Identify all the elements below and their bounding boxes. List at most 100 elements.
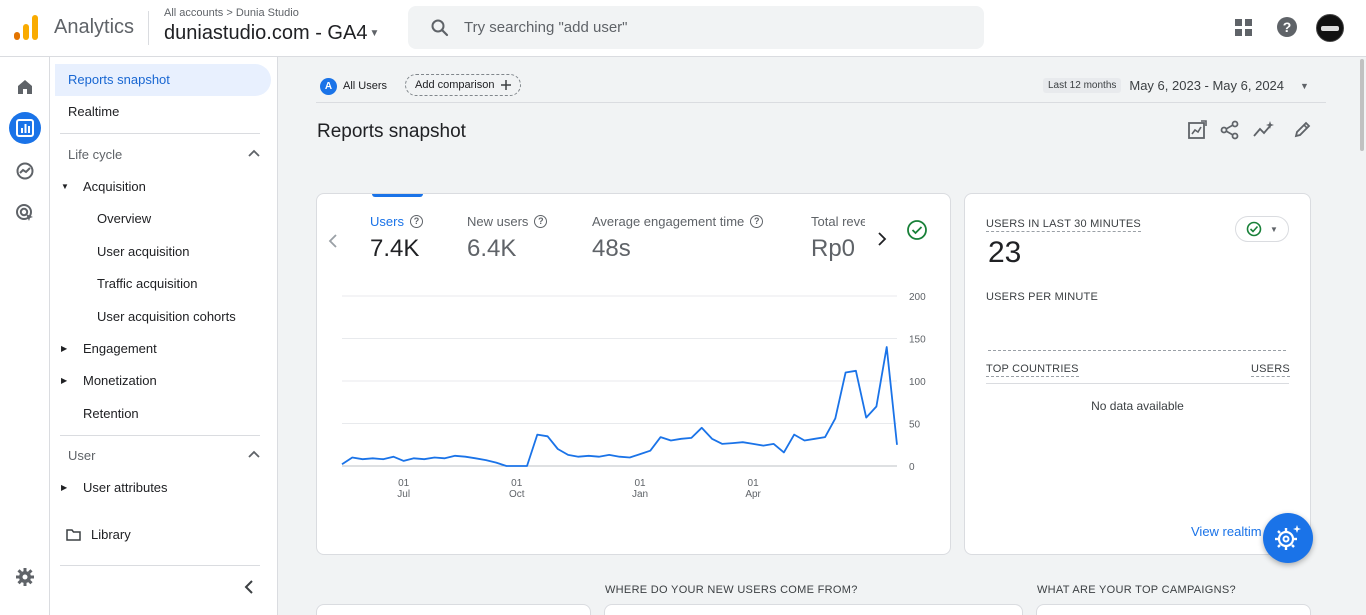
chevron-down-icon: ▼ xyxy=(1300,80,1309,91)
insights-icon[interactable] xyxy=(1253,120,1275,140)
view-realtime-link[interactable]: View realtim xyxy=(1191,524,1262,539)
caret-right-icon: ▶ xyxy=(61,344,68,353)
nav-divider xyxy=(60,435,260,436)
active-tab-indicator xyxy=(372,194,423,197)
insights-fab-button[interactable] xyxy=(1263,513,1313,563)
page-scrollbar[interactable] xyxy=(1358,57,1366,615)
y-tick-label: 150 xyxy=(909,335,926,346)
chevron-up-icon[interactable] xyxy=(248,450,260,458)
analytics-logo[interactable] xyxy=(14,15,38,41)
help-icon[interactable]: ? xyxy=(1277,17,1297,37)
caret-down-icon: ▼ xyxy=(61,182,69,191)
bottom-card xyxy=(316,604,591,615)
nav-item-overview[interactable]: Overview xyxy=(97,211,151,226)
collapse-nav-icon[interactable] xyxy=(243,580,255,594)
metric-label: Average engagement time xyxy=(592,214,745,229)
nav-item-reports-snapshot[interactable]: Reports snapshot xyxy=(55,64,271,96)
help-icon[interactable]: ? xyxy=(534,215,548,228)
metric-value: 48s xyxy=(592,235,631,262)
nav-item-retention[interactable]: Retention xyxy=(83,406,139,421)
x-tick-month: Jan xyxy=(632,489,648,500)
nav-item-acquisition[interactable]: Acquisition xyxy=(83,179,146,194)
nav-item-user-acquisition[interactable]: User acquisition xyxy=(97,244,190,259)
nav-item-realtime[interactable]: Realtime xyxy=(68,104,119,119)
reports-icon[interactable] xyxy=(9,112,41,144)
x-tick-day: 01 xyxy=(511,478,523,489)
x-tick-day: 01 xyxy=(634,478,646,489)
add-comparison-label: Add comparison xyxy=(415,79,495,91)
nav-item-traffic-acquisition[interactable]: Traffic acquisition xyxy=(97,276,197,291)
edit-pencil-icon[interactable] xyxy=(1294,120,1312,138)
check-circle-icon[interactable] xyxy=(906,219,928,241)
app-name: Analytics xyxy=(54,16,135,38)
metric-label: New users xyxy=(467,214,529,229)
campaigns-heading: WHAT ARE YOUR TOP CAMPAIGNS? xyxy=(1037,584,1236,596)
nav-item-label: Reports snapshot xyxy=(68,72,170,87)
chevron-right-icon[interactable] xyxy=(877,232,887,246)
nav-item-engagement[interactable]: Engagement xyxy=(83,341,157,356)
comparison-status-dropdown[interactable]: ▼ xyxy=(1235,216,1289,242)
realtime-card: USERS IN LAST 30 MINUTES 23 ▼ USERS PER … xyxy=(964,193,1311,555)
chevron-left-icon[interactable] xyxy=(328,234,338,248)
nav-item-user-attributes[interactable]: User attributes xyxy=(83,480,168,495)
metric-tab-avg-engagement[interactable]: Average engagement time? 48s xyxy=(592,214,764,263)
top-countries-label[interactable]: TOP COUNTRIES xyxy=(986,363,1079,377)
users-line-chart: 05010015020001Jul01Oct01Jan01Apr xyxy=(341,292,926,500)
users-last-30-label[interactable]: USERS IN LAST 30 MINUTES xyxy=(986,218,1141,232)
metric-label: Users xyxy=(370,214,404,229)
x-tick-day: 01 xyxy=(398,478,410,489)
home-icon[interactable] xyxy=(9,71,41,103)
metric-value: 6.4K xyxy=(467,235,517,262)
x-tick-month: Apr xyxy=(745,489,761,500)
metric-tab-new-users[interactable]: New users? 6.4K xyxy=(467,214,548,263)
section-lifecycle[interactable]: Life cycle xyxy=(68,147,122,162)
gear-sparkle-icon xyxy=(1275,525,1301,550)
search-icon xyxy=(431,19,449,37)
date-range-label: Last 12 months xyxy=(1043,78,1122,93)
nav-divider xyxy=(60,565,260,566)
explore-icon[interactable] xyxy=(9,155,41,187)
apps-grid-icon[interactable] xyxy=(1235,19,1253,37)
series-line-users xyxy=(341,346,898,467)
nav-item-user-acquisition-cohorts[interactable]: User acquisition cohorts xyxy=(97,309,236,324)
header-divider xyxy=(148,11,149,45)
property-selector[interactable]: duniastudio.com - GA4 ▼ xyxy=(164,22,379,45)
add-comparison-button[interactable]: Add comparison xyxy=(405,74,521,96)
search-input[interactable] xyxy=(464,6,964,49)
users-per-minute-label: USERS PER MINUTE xyxy=(986,291,1098,303)
y-tick-label: 200 xyxy=(909,292,926,303)
new-users-card xyxy=(604,604,1023,615)
table-divider xyxy=(986,383,1289,384)
segment-badge: A xyxy=(320,77,337,95)
share-icon[interactable] xyxy=(1220,120,1240,140)
page-title: Reports snapshot xyxy=(317,121,466,142)
advertising-icon[interactable] xyxy=(9,197,41,229)
metric-tab-users[interactable]: Users? 7.4K xyxy=(370,214,423,263)
nav-item-monetization[interactable]: Monetization xyxy=(83,373,157,388)
avatar[interactable] xyxy=(1316,14,1344,42)
customize-report-icon[interactable] xyxy=(1187,120,1207,140)
nav-item-library[interactable]: Library xyxy=(91,527,131,542)
y-tick-label: 100 xyxy=(909,377,926,388)
toolbar-divider xyxy=(316,102,1326,103)
date-range-value: May 6, 2023 - May 6, 2024 xyxy=(1129,78,1285,93)
help-icon[interactable]: ? xyxy=(409,215,423,228)
section-user[interactable]: User xyxy=(68,448,95,463)
search-bar[interactable] xyxy=(408,6,984,49)
date-range-picker[interactable]: Last 12 months May 6, 2023 - May 6, 2024… xyxy=(1043,78,1309,93)
breadcrumb[interactable]: All accounts > Dunia Studio xyxy=(164,7,299,19)
chevron-up-icon[interactable] xyxy=(248,149,260,157)
metric-tab-total-revenue[interactable]: Total reve Rp0 xyxy=(811,214,865,263)
settings-gear-icon[interactable] xyxy=(9,561,41,593)
metric-value: Rp0 xyxy=(811,235,856,262)
users-last-30-value: 23 xyxy=(988,236,1022,269)
help-icon[interactable]: ? xyxy=(750,215,764,228)
chevron-down-icon: ▼ xyxy=(1270,224,1278,234)
x-tick-day: 01 xyxy=(748,478,760,489)
segment-chip[interactable]: A All Users xyxy=(318,75,396,97)
users-column-label[interactable]: USERS xyxy=(1251,363,1290,377)
x-tick-month: Jul xyxy=(397,489,410,500)
chevron-down-icon: ▼ xyxy=(369,28,380,40)
folder-icon xyxy=(66,529,81,541)
check-circle-icon xyxy=(1246,221,1262,237)
